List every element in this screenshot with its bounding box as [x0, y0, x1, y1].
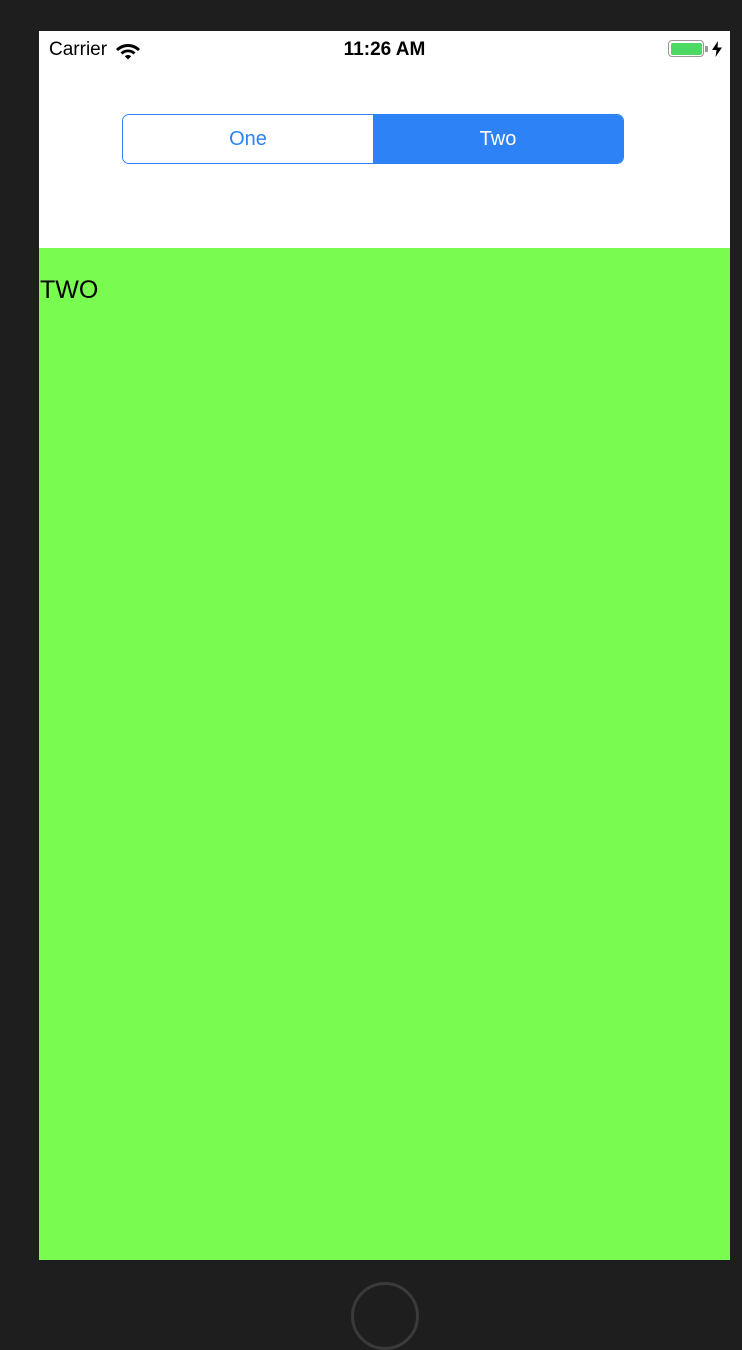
- segment-one[interactable]: One: [123, 115, 373, 163]
- status-time: 11:26 AM: [343, 39, 426, 60]
- segment-two[interactable]: Two: [373, 115, 623, 163]
- segmented-control: One Two: [122, 114, 624, 164]
- battery-nub: [705, 45, 708, 52]
- battery-fill: [670, 42, 702, 55]
- app-screen: Carrier 11:26 AM One Two TWO: [39, 31, 730, 1260]
- battery-group: [668, 40, 722, 57]
- content-label: TWO: [40, 276, 99, 304]
- battery-icon: [668, 40, 704, 57]
- bolt-icon: [712, 40, 722, 57]
- home-button[interactable]: [351, 1282, 419, 1350]
- status-bar: Carrier 11:26 AM: [39, 31, 730, 71]
- device-frame: Carrier 11:26 AM One Two TWO: [0, 0, 742, 1350]
- content-view: TWO: [39, 248, 730, 1260]
